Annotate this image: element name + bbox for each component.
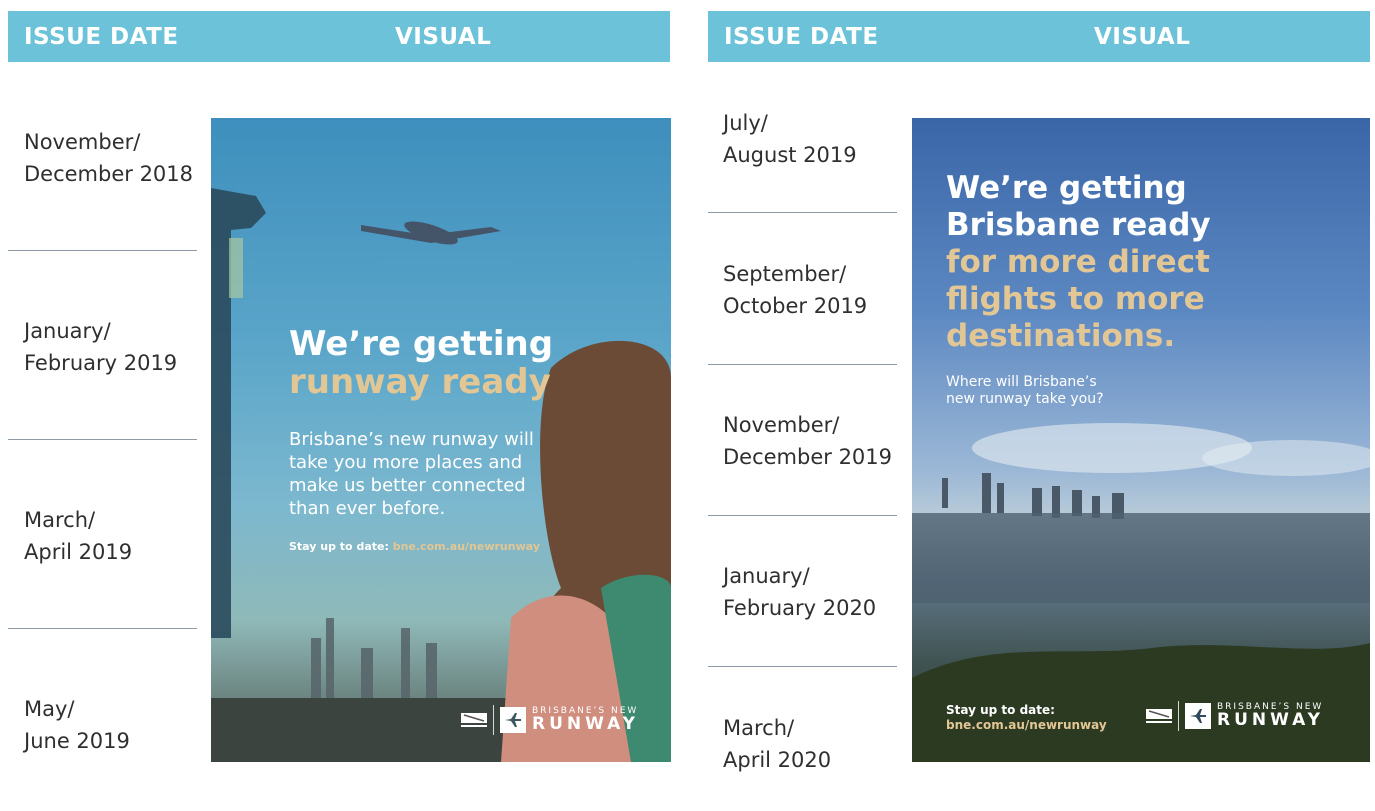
- right-rule-2: [708, 364, 897, 365]
- left-date-4: May/June 2019: [24, 697, 130, 753]
- left-poster-logo: BRISBANE’S NEW RUNWAY: [461, 705, 639, 735]
- left-visual-header: VISUAL: [395, 24, 492, 50]
- left-poster-headline-gold: runway ready: [289, 362, 551, 402]
- right-rule-1: [708, 212, 897, 213]
- right-date-2: September/October 2019: [723, 262, 868, 318]
- right-poster-link: bne.com.au/newrunway: [946, 718, 1107, 732]
- right-poster-headline-white: We’re getting Brisbane ready: [946, 170, 1211, 243]
- right-rule-3: [708, 515, 897, 516]
- right-issue-date-header: ISSUE DATE: [724, 24, 879, 50]
- runway-plane-icon: [500, 707, 526, 733]
- right-poster-cta: Stay up to date: bne.com.au/newrunway: [946, 703, 1107, 732]
- runway-ready-poster: We’re getting runway ready Brisbane’s ne…: [211, 118, 671, 762]
- left-date-1: November/December 2018: [24, 130, 194, 186]
- right-date-5: March/April 2020: [723, 716, 832, 772]
- left-rule-3: [8, 628, 197, 629]
- brisbane-airport-icon: [461, 713, 487, 727]
- brisbane-airport-icon: [1146, 709, 1172, 723]
- left-table-header: ISSUE DATE VISUAL: [8, 11, 670, 62]
- right-table-header: ISSUE DATE VISUAL: [708, 11, 1370, 62]
- left-date-2: January/February 2019: [24, 319, 178, 375]
- left-poster-cta: Stay up to date: bne.com.au/newrunway: [289, 540, 540, 553]
- left-date-3: March/April 2019: [24, 508, 133, 564]
- left-rule-1: [8, 250, 197, 251]
- right-poster-sub: Where will Brisbane’s new runway take yo…: [946, 374, 1104, 407]
- right-visual-header: VISUAL: [1094, 24, 1191, 50]
- runway-plane-icon: [1185, 703, 1211, 729]
- left-rule-2: [8, 439, 197, 440]
- brisbane-ready-poster: We’re getting Brisbane ready for more di…: [912, 118, 1370, 762]
- left-poster-body: Brisbane’s new runway will take you more…: [289, 429, 534, 519]
- left-issue-date-header: ISSUE DATE: [24, 24, 179, 50]
- right-poster-logo: BRISBANE’S NEW RUNWAY: [1146, 701, 1324, 731]
- right-date-3: November/December 2019: [723, 413, 893, 469]
- right-poster-headline-gold: for more direct flights to more destinat…: [946, 244, 1210, 354]
- left-poster-link: bne.com.au/newrunway: [392, 540, 540, 553]
- right-rule-4: [708, 666, 897, 667]
- right-date-4: January/February 2020: [723, 564, 877, 620]
- right-date-1: July/August 2019: [723, 111, 857, 167]
- left-poster-headline-white: We’re getting: [289, 324, 554, 364]
